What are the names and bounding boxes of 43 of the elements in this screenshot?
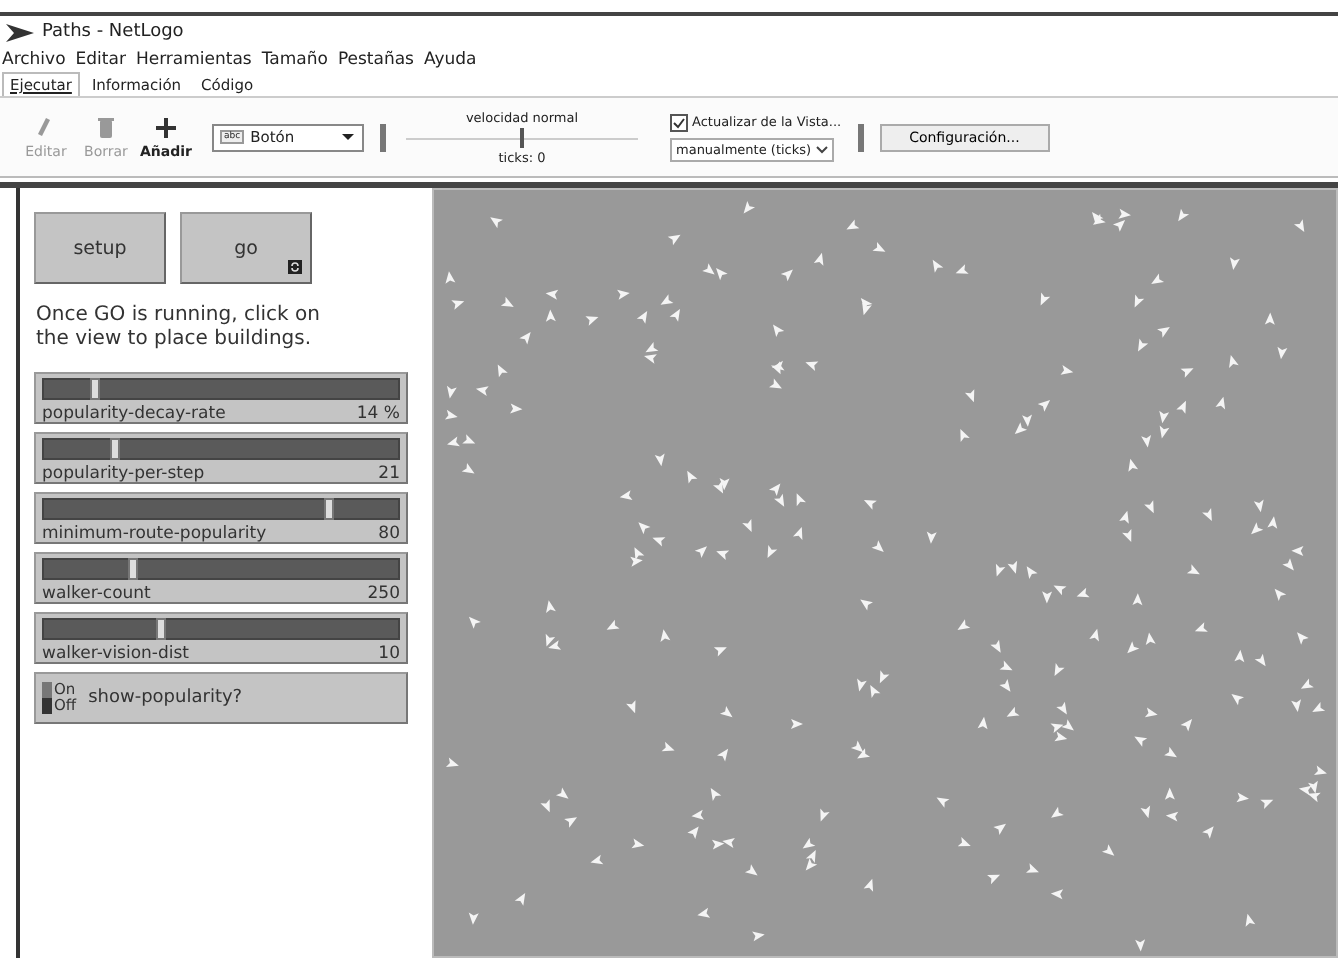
toggle-icon[interactable]: [42, 682, 52, 714]
slider-value: 80: [378, 524, 400, 544]
forever-button[interactable]: go: [180, 212, 312, 284]
slider-label: walker-vision-dist: [42, 644, 190, 664]
menu-item[interactable]: Pestañas: [337, 50, 414, 70]
button[interactable]: setup: [34, 212, 166, 284]
slider-track[interactable]: [42, 618, 400, 640]
window-title: Paths - NetLogo: [42, 22, 184, 42]
slider-thumb[interactable]: [89, 378, 100, 400]
slider-thumb[interactable]: [110, 438, 121, 460]
slider-thumb[interactable]: [323, 498, 334, 520]
menu-item[interactable]: Archivo: [2, 50, 66, 70]
slider-thumb[interactable]: [156, 618, 167, 640]
slider-label: popularity-per-step: [42, 464, 205, 484]
menu-item[interactable]: Herramientas: [135, 50, 252, 70]
slider-label: popularity-decay-rate: [42, 404, 226, 424]
slider-value: 250: [367, 584, 400, 604]
slider-track[interactable]: [42, 438, 400, 460]
menu-item[interactable]: Tamaño: [261, 50, 328, 70]
switch-label: show-popularity?: [88, 688, 243, 708]
slider-label: minimum-route-popularity: [42, 524, 267, 544]
plus-icon[interactable]: [154, 115, 178, 139]
slider-track[interactable]: [42, 558, 400, 580]
slider-thumb[interactable]: [128, 558, 139, 580]
chevron-icon: [816, 145, 828, 153]
slider-label: walker-count: [42, 584, 151, 604]
caret-icon: [340, 132, 356, 142]
slider[interactable]: walker-vision-dist 10: [34, 612, 408, 664]
note-text: Once GO is running, click on the view to place buildings.: [36, 304, 322, 352]
slider[interactable]: popularity-decay-rate 14 %: [34, 372, 408, 424]
menu-item[interactable]: Editar: [75, 50, 126, 70]
update-checkbox[interactable]: [670, 113, 688, 131]
slider[interactable]: popularity-per-step 21: [34, 432, 408, 484]
logo-icon: [6, 23, 34, 41]
slider[interactable]: walker-count 250: [34, 552, 408, 604]
slider-track[interactable]: [42, 378, 400, 400]
menu-item[interactable]: Ayuda: [423, 50, 477, 70]
slider-track[interactable]: [42, 498, 400, 520]
speed-slider[interactable]: [406, 127, 638, 147]
slider-value: 21: [378, 464, 400, 484]
slider-value: 14 %: [356, 404, 400, 424]
slider[interactable]: minimum-route-popularity 80: [34, 492, 408, 544]
slider-value: 10: [378, 644, 400, 664]
